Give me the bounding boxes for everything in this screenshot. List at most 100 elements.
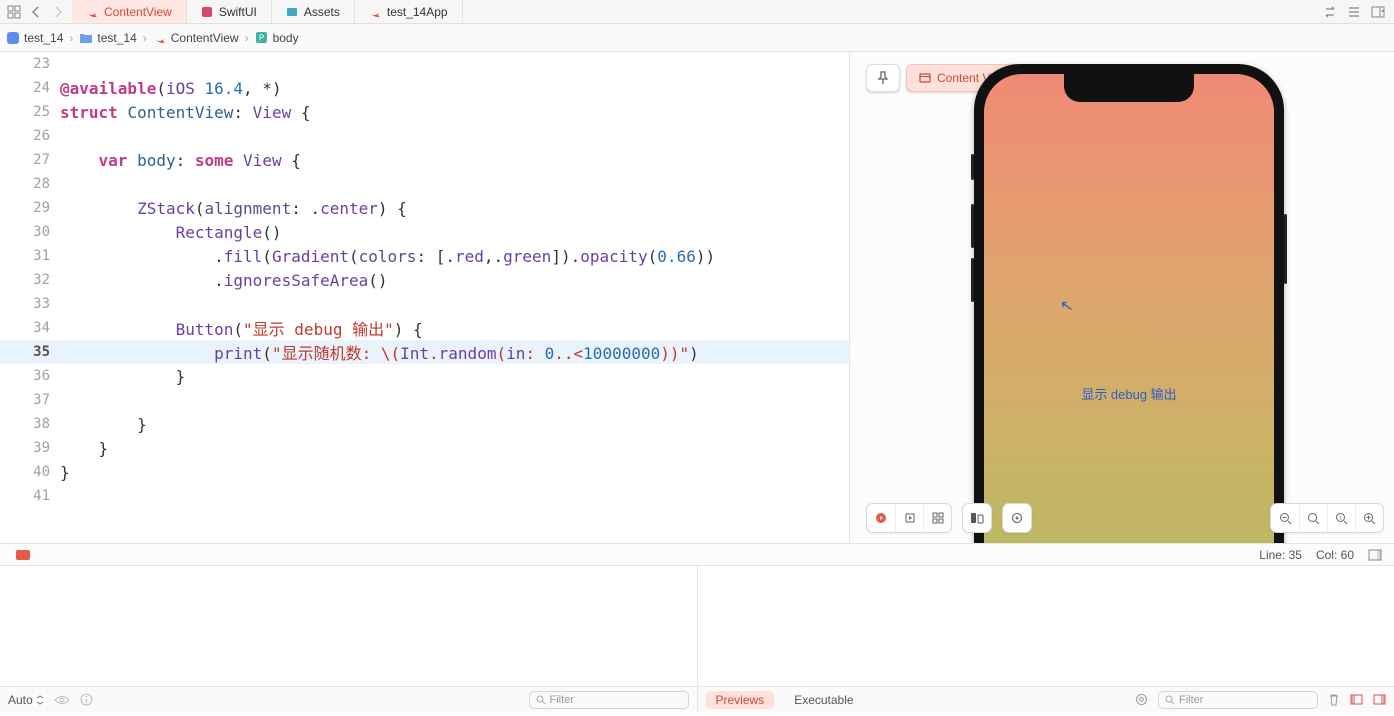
- live-button[interactable]: [867, 504, 895, 532]
- code-text: .fill(Gradient(colors: [.red,.green]).op…: [60, 247, 849, 266]
- phone-screen[interactable]: 显示 debug 输出: [984, 74, 1274, 543]
- code-line[interactable]: 37: [0, 388, 849, 412]
- preview-button-text[interactable]: 显示 debug 输出: [984, 384, 1274, 403]
- breadcrumb-item[interactable]: ContentView: [171, 31, 239, 45]
- tab-test14app[interactable]: test_14App: [355, 0, 463, 23]
- code-line[interactable]: 28: [0, 172, 849, 196]
- code-line[interactable]: 23: [0, 52, 849, 76]
- code-line[interactable]: 41: [0, 484, 849, 508]
- swiftui-icon: [201, 6, 213, 18]
- trash-icon[interactable]: [1328, 693, 1340, 706]
- preview-settings-button[interactable]: [1003, 504, 1031, 532]
- zoom-out-button[interactable]: [1271, 504, 1299, 532]
- caret-col-label: Col: 60: [1316, 548, 1354, 562]
- nav-forward-icon[interactable]: [50, 4, 66, 20]
- gutter-line-number: 23: [0, 56, 60, 72]
- add-pane-icon[interactable]: [1370, 4, 1386, 20]
- phone-side-button: [971, 258, 974, 302]
- code-text: }: [60, 463, 849, 482]
- assets-icon: [286, 6, 298, 18]
- code-line[interactable]: 35 print("显示随机数: \(Int.random(in: 0..<10…: [0, 340, 849, 364]
- phone-notch: [1064, 74, 1194, 102]
- breadcrumb-item[interactable]: body: [273, 31, 299, 45]
- code-line[interactable]: 24@available(iOS 16.4, *): [0, 76, 849, 100]
- tab-nav-controls: [0, 0, 72, 23]
- device-settings-button[interactable]: [963, 504, 991, 532]
- swift-icon: [153, 31, 167, 45]
- gutter-line-number: 24: [0, 80, 60, 96]
- tab-label: test_14App: [387, 5, 448, 19]
- code-text: ZStack(alignment: .center) {: [60, 199, 849, 218]
- code-line[interactable]: 40}: [0, 460, 849, 484]
- code-line[interactable]: 25struct ContentView: View {: [0, 100, 849, 124]
- previews-pill[interactable]: Previews: [706, 691, 775, 709]
- phone-side-button: [971, 154, 974, 180]
- console-footer: Previews Executable Filter: [698, 686, 1394, 712]
- breadcrumb-item[interactable]: test_14: [97, 31, 136, 45]
- console-filter[interactable]: Filter: [1158, 691, 1318, 709]
- console-output[interactable]: Previews Executable Filter: [698, 566, 1394, 712]
- tab-assets[interactable]: Assets: [272, 0, 355, 23]
- swap-icon[interactable]: [1322, 4, 1338, 20]
- variants-button[interactable]: [923, 504, 951, 532]
- property-icon: P: [255, 31, 269, 45]
- gutter-line-number: 34: [0, 320, 60, 336]
- tab-label: Assets: [304, 5, 340, 19]
- gutter-line-number: 33: [0, 296, 60, 312]
- code-line[interactable]: 30 Rectangle(): [0, 220, 849, 244]
- gutter-line-number: 35: [0, 344, 60, 360]
- console-area: Auto Filter Previews Executable Filter: [0, 565, 1394, 712]
- preview-toolbar: [866, 503, 1032, 533]
- auto-dropdown[interactable]: Auto: [8, 693, 44, 707]
- code-line[interactable]: 32 .ignoresSafeArea(): [0, 268, 849, 292]
- pin-button[interactable]: [866, 64, 900, 92]
- code-line[interactable]: 36 }: [0, 364, 849, 388]
- code-text: }: [60, 439, 849, 458]
- code-text: print("显示随机数: \(Int.random(in: 0..<10000…: [60, 340, 849, 364]
- grid-icon[interactable]: [6, 4, 22, 20]
- code-line[interactable]: 34 Button("显示 debug 输出") {: [0, 316, 849, 340]
- code-line[interactable]: 27 var body: some View {: [0, 148, 849, 172]
- gutter-line-number: 41: [0, 488, 60, 504]
- selectable-button[interactable]: [895, 504, 923, 532]
- gutter-line-number: 30: [0, 224, 60, 240]
- code-editor[interactable]: 23 24@available(iOS 16.4, *)25struct Cont…: [0, 52, 849, 543]
- code-line[interactable]: 31 .fill(Gradient(colors: [.red,.green])…: [0, 244, 849, 268]
- zoom-fit-button[interactable]: [1299, 504, 1327, 532]
- gutter-line-number: 27: [0, 152, 60, 168]
- code-text: Button("显示 debug 输出") {: [60, 316, 849, 340]
- toggle-right-pane-icon[interactable]: [1373, 694, 1386, 705]
- gutter-line-number: 37: [0, 392, 60, 408]
- tab-label: ContentView: [104, 5, 172, 19]
- variables-view[interactable]: Auto Filter: [0, 566, 698, 712]
- breadcrumb-item[interactable]: test_14: [24, 31, 63, 45]
- tab-swiftui[interactable]: SwiftUI: [187, 0, 272, 23]
- gutter-line-number: 31: [0, 248, 60, 264]
- code-line[interactable]: 33: [0, 292, 849, 316]
- swift-icon: [86, 6, 98, 18]
- preview-settings-group: [1002, 503, 1032, 533]
- code-line[interactable]: 38 }: [0, 412, 849, 436]
- zoom-actual-button[interactable]: 1: [1327, 504, 1355, 532]
- gutter-line-number: 26: [0, 128, 60, 144]
- code-text: .ignoresSafeArea(): [60, 271, 849, 290]
- phone-side-button: [971, 204, 974, 248]
- zoom-in-button[interactable]: [1355, 504, 1383, 532]
- executable-pill[interactable]: Executable: [784, 691, 863, 709]
- tab-contentview[interactable]: ContentView: [72, 0, 187, 23]
- code-line[interactable]: 29 ZStack(alignment: .center) {: [0, 196, 849, 220]
- variables-filter[interactable]: Filter: [529, 691, 689, 709]
- code-text: Rectangle(): [60, 223, 849, 242]
- info-icon[interactable]: [80, 693, 93, 706]
- toggle-minimap-icon[interactable]: [1368, 549, 1382, 561]
- target-icon[interactable]: [1135, 693, 1148, 706]
- toggle-left-pane-icon[interactable]: [1350, 694, 1363, 705]
- nav-back-icon[interactable]: [28, 4, 44, 20]
- eye-icon[interactable]: [54, 695, 70, 705]
- list-icon[interactable]: [1346, 4, 1362, 20]
- gutter-line-number: 39: [0, 440, 60, 456]
- code-line[interactable]: 26: [0, 124, 849, 148]
- code-text: var body: some View {: [60, 151, 849, 170]
- phone-side-button: [1284, 214, 1287, 284]
- code-line[interactable]: 39 }: [0, 436, 849, 460]
